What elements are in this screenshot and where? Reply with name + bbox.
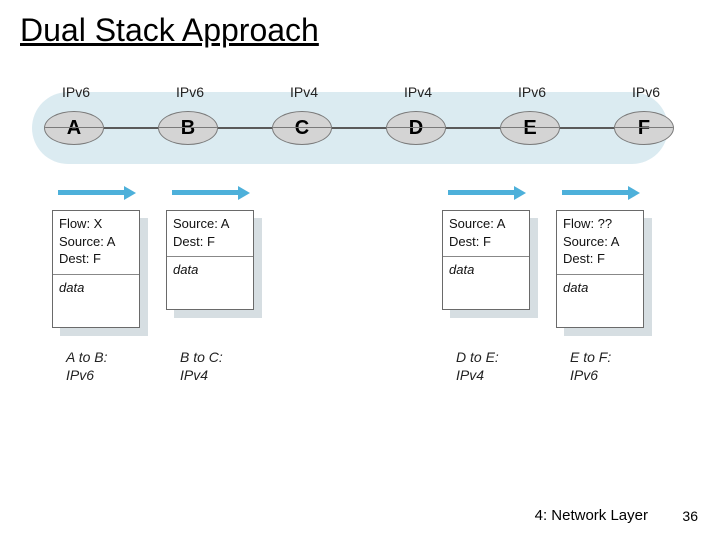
link-a-b (100, 127, 160, 129)
caption-1: B to C: IPv4 (180, 348, 223, 384)
node-letter-b: B (181, 117, 195, 140)
arrow-e-f (562, 186, 640, 200)
packet-0-payload: data (59, 279, 133, 297)
node-d: D (386, 111, 446, 145)
packet-0: Flow: X Source: A Dest: F data (52, 210, 140, 328)
node-proto-f: IPv6 (632, 84, 660, 100)
node-proto-a: IPv6 (62, 84, 90, 100)
node-proto-c: IPv4 (290, 84, 318, 100)
node-letter-f: F (638, 117, 650, 140)
caption-3: E to F: IPv6 (570, 348, 611, 384)
link-d-e (442, 127, 502, 129)
caption-1-top: B to C: (180, 349, 223, 365)
caption-3-bottom: IPv6 (570, 367, 598, 383)
packet-0-line-2: Dest: F (59, 250, 133, 268)
page-title: Dual Stack Approach (20, 12, 319, 49)
packet-1-line-0: Source: A (173, 215, 247, 233)
node-letter-c: C (295, 117, 309, 140)
caption-1-bottom: IPv4 (180, 367, 208, 383)
packet-2-line-1: Dest: F (449, 233, 523, 251)
caption-2-bottom: IPv4 (456, 367, 484, 383)
packet-3-line-1: Source: A (563, 233, 637, 251)
packet-3-line-2: Dest: F (563, 250, 637, 268)
node-proto-e: IPv6 (518, 84, 546, 100)
caption-0-top: A to B: (66, 349, 108, 365)
node-proto-d: IPv4 (404, 84, 432, 100)
node-c: C (272, 111, 332, 145)
arrow-a-b (58, 186, 136, 200)
packet-3: Flow: ?? Source: A Dest: F data (556, 210, 644, 328)
node-letter-e: E (523, 117, 536, 140)
packet-3-payload: data (563, 279, 637, 297)
node-letter-d: D (409, 117, 423, 140)
link-c-d (328, 127, 388, 129)
caption-3-top: E to F: (570, 349, 611, 365)
node-letter-a: A (67, 117, 81, 140)
caption-2-top: D to E: (456, 349, 499, 365)
packet-0-line-0: Flow: X (59, 215, 133, 233)
footer-chapter: 4: Network Layer (535, 507, 648, 524)
caption-2: D to E: IPv4 (456, 348, 499, 384)
node-b: B (158, 111, 218, 145)
packet-2-line-0: Source: A (449, 215, 523, 233)
packet-1-payload: data (173, 261, 247, 279)
packet-2: Source: A Dest: F data (442, 210, 530, 310)
packet-1-line-1: Dest: F (173, 233, 247, 251)
node-proto-b: IPv6 (176, 84, 204, 100)
caption-0: A to B: IPv6 (66, 348, 108, 384)
node-e: E (500, 111, 560, 145)
packet-3-line-0: Flow: ?? (563, 215, 637, 233)
caption-0-bottom: IPv6 (66, 367, 94, 383)
packet-1: Source: A Dest: F data (166, 210, 254, 310)
node-f: F (614, 111, 674, 145)
packet-0-line-1: Source: A (59, 233, 133, 251)
arrow-d-e (448, 186, 526, 200)
link-e-f (556, 127, 616, 129)
node-a: A (44, 111, 104, 145)
packet-2-payload: data (449, 261, 523, 279)
footer-page-number: 36 (682, 508, 698, 524)
link-b-c (214, 127, 274, 129)
arrow-b-c (172, 186, 250, 200)
